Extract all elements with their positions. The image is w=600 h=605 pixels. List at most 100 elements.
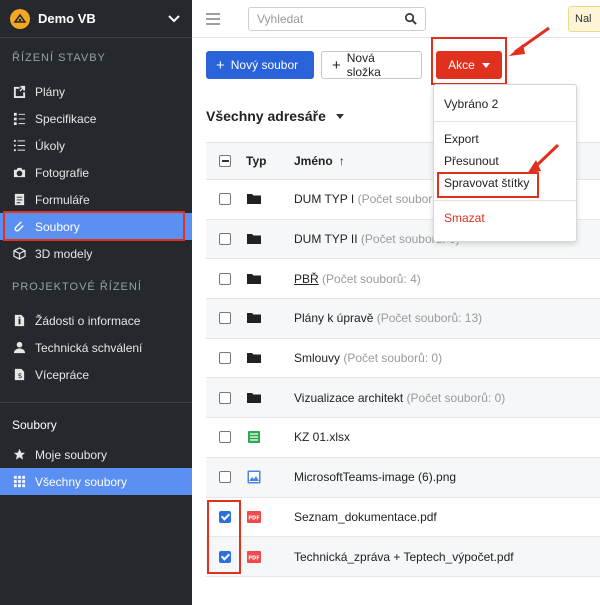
- project-switcher[interactable]: Demo VB: [0, 0, 192, 38]
- new-folder-label: Nová složka: [346, 51, 381, 79]
- sidebar-item-extra-work[interactable]: $ Vícepráce: [0, 361, 192, 388]
- sidebar-item-label: Fotografie: [35, 165, 90, 180]
- sidebar-item-files[interactable]: Soubory: [0, 213, 192, 240]
- chevron-down-icon[interactable]: [166, 11, 182, 27]
- search-icon[interactable]: [404, 12, 417, 25]
- sidebar-item-my-files[interactable]: Moje soubory: [0, 441, 192, 468]
- menu-item-manage-tags[interactable]: Spravovat štítky: [434, 172, 576, 194]
- caret-down-icon: [335, 113, 344, 119]
- table-row[interactable]: PDF Technická_zpráva + Teptech_výpočet.pd…: [206, 537, 600, 577]
- sidebar-item-photos[interactable]: Fotografie: [0, 159, 192, 186]
- table-row[interactable]: PDF Seznam_dokumentace.pdf: [206, 498, 600, 538]
- sidebar-item-tasks[interactable]: Úkoly: [0, 132, 192, 159]
- pdf-icon: PDF: [247, 550, 261, 563]
- menu-item-move[interactable]: Přesunout: [434, 150, 576, 172]
- column-header-name-label: Jméno: [294, 154, 333, 168]
- top-right-button[interactable]: Nal: [568, 6, 600, 32]
- folder-icon: [247, 392, 261, 403]
- directory-title: Všechny adresáře: [206, 108, 326, 124]
- sidebar-item-label: Technická schválení: [35, 340, 143, 355]
- file-name[interactable]: Vizualizace architekt: [294, 391, 403, 405]
- hamburger-menu-icon[interactable]: [206, 12, 220, 25]
- file-name[interactable]: DUM TYP I: [294, 192, 354, 206]
- grid-icon: [12, 475, 26, 489]
- sidebar-item-approvals[interactable]: Technická schválení: [0, 334, 192, 361]
- actions-button[interactable]: Akce: [436, 51, 502, 79]
- cube-icon: [12, 247, 26, 261]
- sidebar-item-3d-models[interactable]: 3D modely: [0, 240, 192, 267]
- row-name-cell[interactable]: Technická_zpráva + Teptech_výpočet.pdf: [294, 550, 600, 564]
- file-name[interactable]: Plány k úpravě: [294, 311, 373, 325]
- sidebar-item-label: Plány: [35, 84, 66, 99]
- selected-count: Vybráno 2: [444, 97, 499, 111]
- table-row[interactable]: Vizualizace architekt (Počet souborů: 0): [206, 378, 600, 419]
- file-name[interactable]: Technická_zpráva + Teptech_výpočet.pdf: [294, 550, 514, 564]
- list-icon: [12, 112, 26, 126]
- row-checkbox[interactable]: [219, 193, 231, 206]
- row-name-cell[interactable]: Vizualizace architekt (Počet souborů: 0): [294, 391, 600, 405]
- file-name[interactable]: DUM TYP II: [294, 232, 358, 246]
- table-row[interactable]: Smlouvy (Počet souborů: 0): [206, 339, 600, 379]
- sidebar-item-label: Soubory: [35, 219, 80, 234]
- row-checkbox[interactable]: [219, 233, 231, 246]
- folder-icon: [247, 194, 261, 205]
- column-header-type[interactable]: Typ: [244, 154, 294, 168]
- row-checkbox[interactable]: [219, 352, 231, 365]
- actions-dropdown-menu: Vybráno 2 Export Přesunout Spravovat ští…: [433, 84, 577, 242]
- row-checkbox[interactable]: [219, 550, 231, 563]
- table-row[interactable]: Plány k úpravě (Počet souborů: 13): [206, 299, 600, 339]
- file-name[interactable]: MicrosoftTeams-image (6).png: [294, 470, 456, 484]
- spreadsheet-icon: [248, 431, 260, 444]
- folder-icon: [247, 273, 261, 284]
- row-name-cell[interactable]: Smlouvy (Počet souborů: 0): [294, 351, 600, 365]
- sidebar-item-label: Formuláře: [35, 192, 90, 207]
- section-title-construction: ŘÍZENÍ STAVBY: [12, 52, 106, 64]
- group-title-files: Soubory: [12, 418, 57, 432]
- directory-selector[interactable]: Všechny adresáře: [206, 108, 344, 124]
- row-name-cell[interactable]: Seznam_dokumentace.pdf: [294, 510, 600, 524]
- table-row[interactable]: PBŘ (Počet souborů: 4): [206, 259, 600, 300]
- new-file-button[interactable]: + Nový soubor: [206, 51, 314, 79]
- row-name-cell[interactable]: PBŘ (Počet souborů: 4): [294, 272, 600, 286]
- top-bar: Vyhledat: [192, 0, 600, 38]
- search-input[interactable]: Vyhledat: [248, 6, 426, 31]
- row-checkbox[interactable]: [219, 510, 231, 523]
- row-checkbox[interactable]: [219, 471, 231, 484]
- row-checkbox[interactable]: [219, 272, 231, 285]
- row-name-cell[interactable]: Plány k úpravě (Počet souborů: 13): [294, 311, 600, 325]
- new-folder-button[interactable]: + Nová složka: [321, 51, 422, 79]
- project-title: Demo VB: [38, 11, 96, 26]
- sidebar-item-all-files[interactable]: Všechny soubory: [0, 468, 192, 495]
- sidebar-item-forms[interactable]: Formuláře: [0, 186, 192, 213]
- file-name[interactable]: Seznam_dokumentace.pdf: [294, 510, 437, 524]
- menu-item-export[interactable]: Export: [434, 128, 576, 150]
- table-row[interactable]: KZ 01.xlsx: [206, 418, 600, 458]
- info-doc-icon: [12, 314, 26, 328]
- file-name[interactable]: Smlouvy: [294, 351, 340, 365]
- row-name-cell[interactable]: MicrosoftTeams-image (6).png: [294, 470, 600, 484]
- tasks-icon: [12, 139, 26, 153]
- sidebar-item-plans[interactable]: Plány: [0, 78, 192, 105]
- sidebar-item-rfi[interactable]: Žádosti o informace: [0, 307, 192, 334]
- row-checkbox[interactable]: [219, 312, 231, 325]
- menu-item-delete[interactable]: Smazat: [434, 207, 576, 229]
- file-count: (Počet souborů: 4): [322, 271, 421, 286]
- plus-icon: +: [216, 56, 225, 74]
- table-row[interactable]: MicrosoftTeams-image (6).png: [206, 457, 600, 498]
- folder-icon: [247, 353, 261, 364]
- file-count: (Počet souborů: 0): [406, 390, 506, 405]
- row-name-cell[interactable]: KZ 01.xlsx: [294, 430, 600, 444]
- sidebar-divider: [0, 402, 192, 403]
- select-all-checkbox[interactable]: [219, 155, 231, 167]
- sidebar-item-label: Specifikace: [35, 111, 97, 126]
- pdf-label: PDF: [248, 515, 259, 521]
- paperclip-icon: [12, 220, 26, 234]
- file-count: (Počet souborů: 0): [343, 351, 443, 366]
- star-icon: [12, 448, 26, 462]
- row-checkbox[interactable]: [219, 391, 231, 404]
- pdf-icon: PDF: [247, 510, 261, 523]
- row-checkbox[interactable]: [219, 431, 231, 444]
- sidebar-item-specifications[interactable]: Specifikace: [0, 105, 192, 132]
- file-name[interactable]: PBŘ: [294, 272, 319, 286]
- file-name[interactable]: KZ 01.xlsx: [294, 430, 350, 444]
